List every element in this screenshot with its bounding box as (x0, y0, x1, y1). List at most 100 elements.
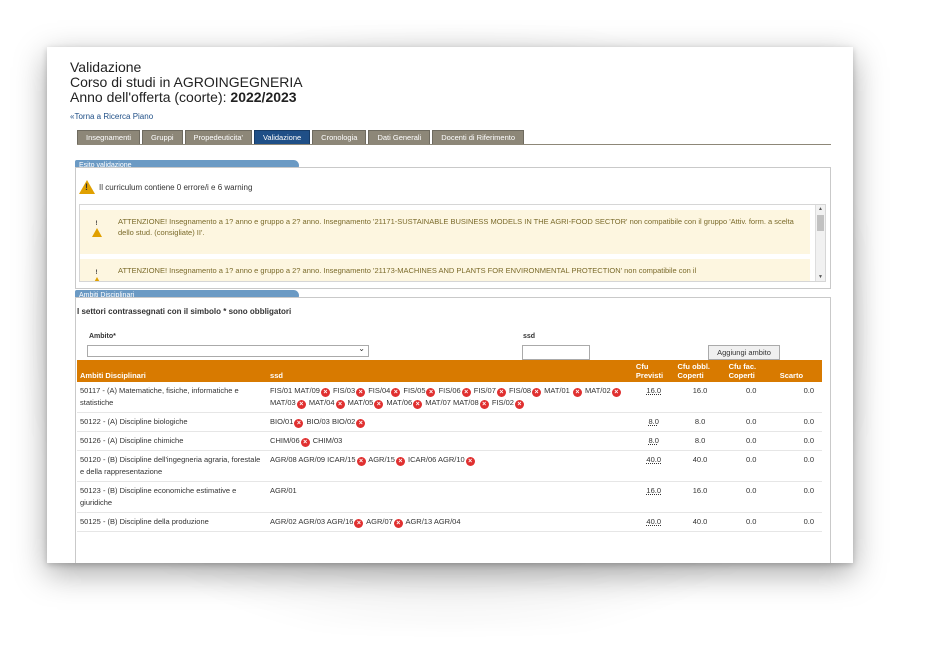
remove-ssd-icon[interactable]: × (611, 388, 621, 397)
remove-ssd-icon[interactable]: × (296, 400, 306, 409)
ssd-item: BIO/03 (306, 417, 329, 426)
chevron-down-icon: ⌄ (358, 344, 365, 353)
ambito-cell: 50123 - (B) Discipline economiche estima… (77, 481, 268, 513)
ssd-code: AGR/04 (433, 517, 461, 526)
back-to-search-link[interactable]: «Torna a Ricerca Piano (70, 112, 153, 121)
table-row: 50123 - (B) Discipline economiche estima… (77, 481, 822, 513)
ssd-item: FIS/05 × (403, 386, 436, 397)
add-ambito-button[interactable]: Aggiungi ambito (708, 345, 780, 360)
ssd-code: MAT/06 (386, 398, 413, 407)
remove-ssd-icon[interactable]: × (335, 400, 345, 409)
ssd-code: ICAR/06 (407, 455, 437, 464)
ssd-code: AGR/03 (298, 517, 326, 526)
cfu-previsti-cell[interactable]: 8.0 (632, 412, 675, 432)
remove-ssd-icon[interactable]: × (374, 400, 384, 409)
col-scarto: Scarto (776, 360, 822, 382)
cfu-fac-cell: 0.0 (725, 412, 777, 432)
remove-ssd-icon[interactable]: × (294, 419, 304, 428)
validation-summary-text: Il curriculum contiene 0 errore/i e 6 wa… (99, 182, 253, 192)
remove-ssd-icon[interactable]: × (300, 438, 310, 447)
ssd-code: FIS/03 (333, 386, 356, 395)
remove-ssd-icon[interactable]: × (479, 400, 489, 409)
col-ssd: ssd (267, 360, 633, 382)
warning-text: ATTENZIONE! Insegnamento a 1? anno e gru… (118, 217, 794, 237)
cfu-obbl-cell: 40.0 (674, 450, 726, 482)
remove-ssd-icon[interactable]: × (514, 400, 524, 409)
table-row: 50122 - (A) Discipline biologiche BIO/01 ×… (77, 412, 822, 432)
ssd-item: AGR/03 (298, 517, 325, 526)
scroll-thumb[interactable] (817, 215, 824, 231)
tab-validazione[interactable]: Validazione (253, 130, 311, 145)
remove-ssd-icon[interactable]: × (572, 388, 582, 397)
remove-ssd-icon[interactable]: × (356, 388, 366, 397)
tab-docenti-di-riferimento[interactable]: Docenti di Riferimento (432, 130, 525, 145)
remove-ssd-icon[interactable]: × (356, 457, 366, 466)
ssd-code: AGR/13 (405, 517, 433, 526)
col-cfu-fac: Cfu fac. Coperti (725, 360, 777, 382)
cfu-previsti-cell[interactable]: 40.0 (632, 450, 675, 482)
tab-cronologia[interactable]: Cronologia (312, 130, 367, 145)
ssd-code: CHIM/03 (312, 436, 343, 445)
cfu-previsti-cell[interactable]: 16.0 (632, 481, 675, 513)
remove-ssd-icon[interactable]: × (496, 388, 506, 397)
remove-ssd-icon[interactable]: × (395, 457, 405, 466)
remove-ssd-icon[interactable]: × (356, 419, 366, 428)
warning-icon (92, 268, 102, 281)
cfu-previsti-cell[interactable]: 8.0 (632, 431, 675, 451)
tab-gruppi[interactable]: Gruppi (142, 130, 183, 145)
ssd-code: FIS/02 (491, 398, 514, 407)
remove-ssd-icon[interactable]: × (393, 519, 403, 528)
ssd-cell: AGR/08 AGR/09 ICAR/15 × AGR/15 × ICAR/06 A… (267, 450, 633, 482)
ssd-code: BIO/02 (331, 417, 356, 426)
ssd-item: MAT/03 × (270, 398, 307, 409)
ssd-code: FIS/06 (438, 386, 461, 395)
remove-ssd-icon[interactable]: × (413, 400, 423, 409)
cfu-fac-cell: 0.0 (725, 431, 777, 451)
tab-propedeuticita[interactable]: Propedeuticita' (184, 130, 252, 145)
remove-ssd-icon[interactable]: × (354, 519, 364, 528)
ssd-item: MAT/08 × (453, 398, 490, 409)
ssd-cell: AGR/01 (267, 481, 633, 513)
warning-scrollbar[interactable]: ▲ ▼ (815, 205, 825, 281)
ssd-item: MAT/01 (544, 386, 570, 395)
ambiti-table: Ambiti Disciplinari ssd Cfu Previsti Cfu… (77, 360, 822, 532)
ssd-code: MAT/09 (294, 386, 320, 395)
scroll-down-arrow-icon[interactable]: ▼ (816, 273, 825, 281)
ssd-code: ICAR/15 (327, 455, 356, 464)
ssd-code: BIO/01 (270, 417, 294, 426)
remove-ssd-icon[interactable]: × (391, 388, 401, 397)
ssd-item: FIS/07 × (474, 386, 507, 397)
ssd-input[interactable] (522, 345, 590, 360)
remove-ssd-icon[interactable]: × (461, 388, 471, 397)
ssd-item: AGR/02 (270, 517, 297, 526)
remove-ssd-icon[interactable]: × (465, 457, 475, 466)
warning-text: ATTENZIONE! Insegnamento a 1? anno e gru… (118, 266, 697, 275)
warning-list[interactable]: ATTENZIONE! Insegnamento a 1? anno e gru… (79, 204, 826, 282)
scroll-up-arrow-icon[interactable]: ▲ (816, 205, 825, 213)
ssd-code: MAT/02 (585, 386, 611, 395)
remove-ssd-icon[interactable]: × (320, 388, 330, 397)
tab-insegnamenti[interactable]: Insegnamenti (77, 130, 141, 145)
ambito-select[interactable]: ⌄ (87, 344, 369, 357)
cfu-previsti-cell[interactable]: 40.0 (632, 512, 675, 532)
tab-bar: Insegnamenti Gruppi Propedeuticita' Validaz… (77, 130, 525, 145)
ssd-item: AGR/10 × (438, 455, 476, 466)
app-window: Validazione Corso di studi in AGROINGEGN… (47, 47, 853, 563)
cfu-fac-cell: 0.0 (725, 512, 777, 532)
offer-year: 2022/2023 (230, 89, 297, 105)
table-row: 50126 - (A) Discipline chimiche CHIM/06 × … (77, 431, 822, 451)
cfu-obbl-cell: 16.0 (674, 382, 726, 413)
remove-ssd-icon[interactable]: × (532, 388, 542, 397)
ssd-code: MAT/08 (453, 398, 479, 407)
ssd-item: FIS/06 × (438, 386, 472, 397)
cfu-obbl-cell: 40.0 (674, 512, 726, 532)
ssd-code: AGR/16 (326, 517, 354, 526)
ssd-code: MAT/01 (544, 386, 570, 395)
ssd-code: FIS/08 (508, 386, 532, 395)
tab-dati-generali[interactable]: Dati Generali (368, 130, 431, 145)
ambito-cell: 50117 - (A) Matematiche, fisiche, inform… (77, 382, 268, 413)
remove-ssd-icon[interactable]: × (426, 388, 436, 397)
scarto-cell: 0.0 (776, 412, 822, 432)
cfu-previsti-cell[interactable]: 16.0 (632, 382, 675, 413)
col-ambito: Ambiti Disciplinari (77, 360, 268, 382)
